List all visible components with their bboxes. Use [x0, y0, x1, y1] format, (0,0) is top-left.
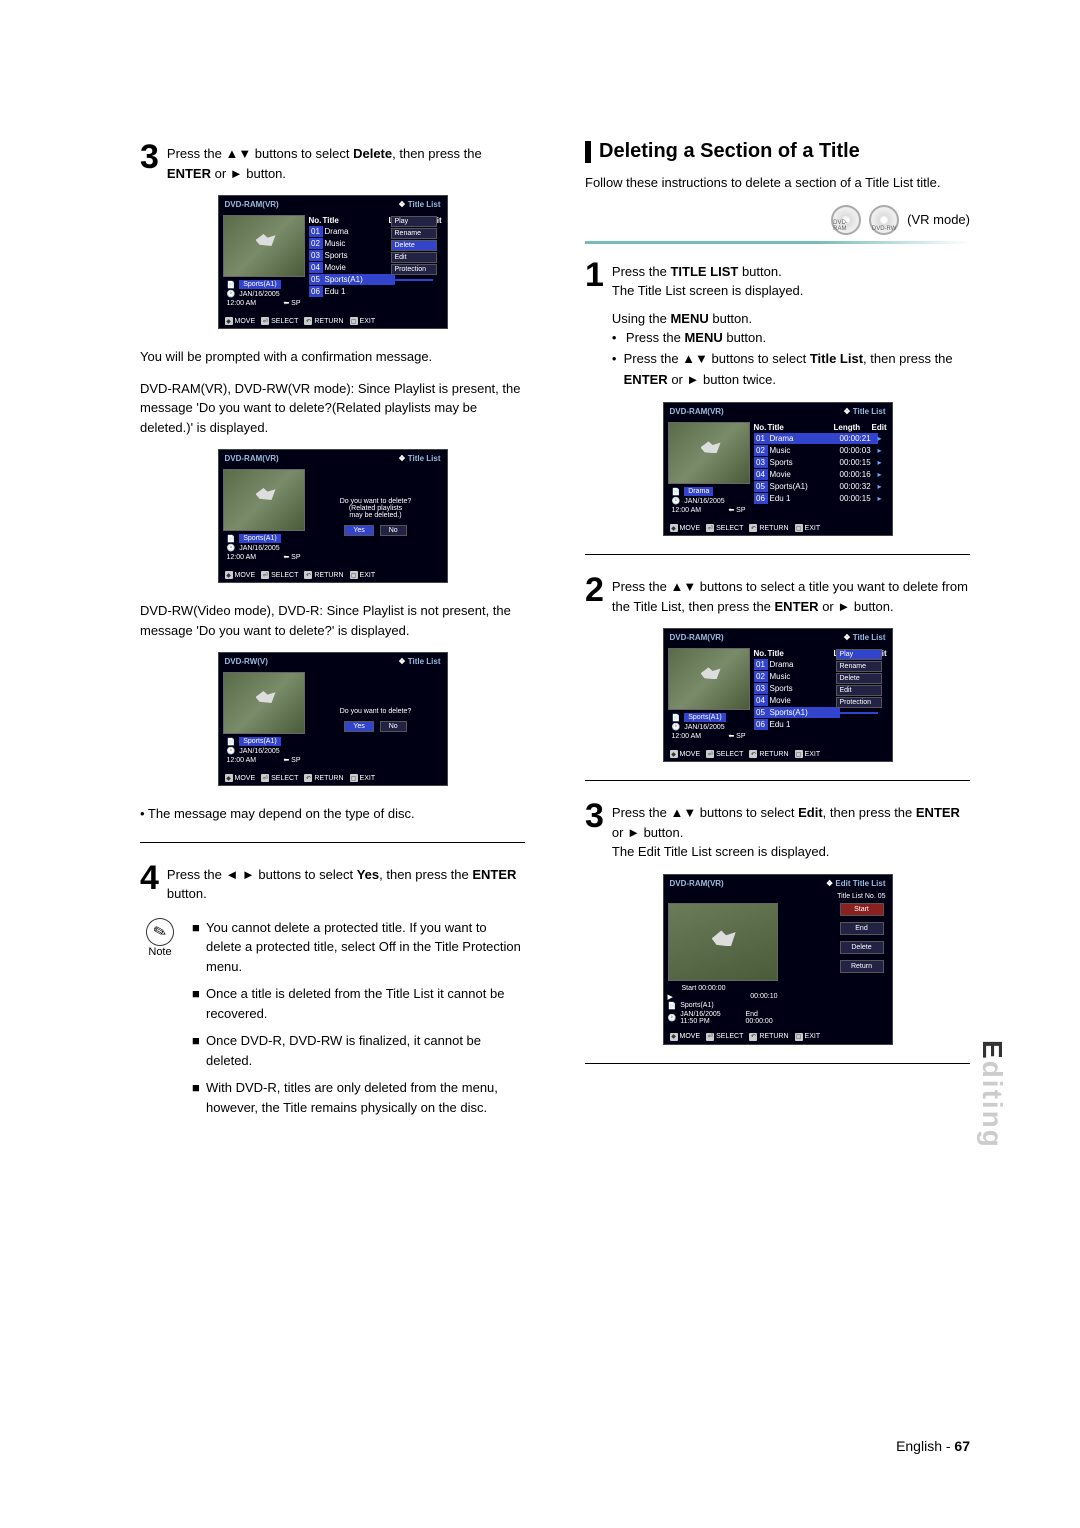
step-2-right: 2 Press the ▲▼ buttons to select a title… [585, 573, 970, 616]
section-bar-icon [585, 141, 591, 163]
step-number: 3 [140, 140, 159, 174]
paragraph: DVD-RAM(VR), DVD-RW(VR mode): Since Play… [140, 379, 525, 438]
accent-underline [585, 241, 970, 244]
osd-screenshot-title-list: DVD-RAM(VR) ❖ Title List 📄Drama 🕐JAN/16/… [663, 402, 893, 536]
step-3-right: 3 Press the ▲▼ buttons to select Edit, t… [585, 799, 970, 862]
step-1-right: 1 Press the TITLE LIST button. The Title… [585, 258, 970, 391]
osd-popup-menu: Play Rename Delete Edit Protection [391, 216, 437, 276]
paragraph: You will be prompted with a confirmation… [140, 347, 525, 367]
osd-screenshot-confirm-ram: DVD-RAM(VR) ❖ Title List 📄Sports(A1) 🕐JA… [218, 449, 448, 583]
osd-thumbnail [223, 215, 305, 277]
disc-icon: DVD-RAM [831, 205, 861, 235]
left-column: 3 Press the ▲▼ buttons to select Delete,… [140, 140, 525, 1125]
side-tab-editing: Editing [976, 1040, 1008, 1149]
paragraph: DVD-RW(Video mode), DVD-R: Since Playlis… [140, 601, 525, 640]
section-header: Deleting a Section of a Title [585, 140, 970, 163]
osd-screenshot-confirm-rw: DVD-RW(V) ❖ Title List 📄Sports(A1) 🕐JAN/… [218, 652, 448, 786]
pencil-icon: ✎ [143, 914, 177, 948]
note-block: ✎ Note ■You cannot delete a protected ti… [140, 918, 525, 1126]
right-column: Deleting a Section of a Title Follow the… [585, 140, 970, 1125]
osd-screenshot-delete-menu: DVD-RAM(VR) ❖ Title List 📄Sports(A1) 🕐JA… [218, 195, 448, 329]
disc-icon: DVD-RW [869, 205, 899, 235]
divider [585, 1063, 970, 1064]
disc-mode-row: DVD-RAM DVD-RW (VR mode) [585, 205, 970, 235]
divider [140, 842, 525, 843]
page-footer: English - 67 [896, 1438, 970, 1454]
step-3-left: 3 Press the ▲▼ buttons to select Delete,… [140, 140, 525, 183]
divider [585, 780, 970, 781]
step-4-left: 4 Press the ◄ ► buttons to select Yes, t… [140, 861, 525, 904]
step-text: Press the ▲▼ buttons to select Delete, t… [167, 140, 525, 183]
divider [585, 554, 970, 555]
paragraph: • The message may depend on the type of … [140, 804, 525, 824]
osd-screenshot-edit-title: DVD-RAM(VR) ❖ Edit Title List Title List… [663, 874, 893, 1045]
osd-screenshot-select-title: DVD-RAM(VR) ❖ Title List 📄Sports(A1) 🕐JA… [663, 628, 893, 762]
